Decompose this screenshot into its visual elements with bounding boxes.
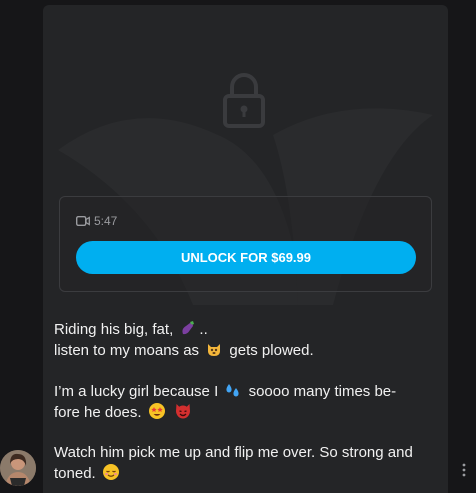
avatar[interactable] — [0, 450, 36, 486]
post-text-segment: .. — [199, 321, 208, 338]
unlock-button[interactable]: UNLOCK FOR $69.99 — [76, 241, 416, 274]
post-text-segment: soooo many times be- — [248, 383, 397, 400]
eggplant-emoji — [182, 321, 195, 335]
post-line: toned. — [54, 463, 439, 484]
cat-emoji — [208, 344, 221, 356]
star-struck-emoji — [148, 403, 165, 419]
video-duration-text: 5:47 — [94, 214, 118, 228]
avatar-image — [0, 450, 36, 486]
more-vertical-icon[interactable] — [459, 462, 469, 478]
post-line: I’m a lucky girl because I soooo many ti… — [54, 381, 439, 402]
post-text-segment: I’m a lucky girl because I — [54, 383, 219, 400]
post-line: listen to my moans as gets plowed. — [54, 340, 439, 361]
video-duration: 5:47 — [76, 214, 117, 228]
lock-icon — [223, 73, 265, 128]
relieved-face-emoji — [102, 464, 119, 480]
smiling-devil-emoji — [175, 404, 190, 419]
video-camera-icon — [76, 216, 90, 226]
post-text-segment: listen to my moans as — [54, 342, 200, 359]
post-line: Watch him pick me up and flip me over. S… — [54, 443, 439, 463]
post-text: Riding his big, fat, .. listen to my moa… — [54, 319, 439, 484]
post-line: Riding his big, fat, .. — [54, 319, 439, 340]
post-text-segment: fore he does. — [54, 404, 142, 421]
post-line: fore he does. — [54, 402, 439, 423]
locked-post-card: 5:47 UNLOCK FOR $69.99 Riding his big, f… — [43, 5, 448, 493]
locked-media-preview: 5:47 UNLOCK FOR $69.99 — [43, 5, 448, 305]
post-text-segment: Riding his big, fat, — [54, 321, 174, 338]
post-text-segment: Watch him pick me up and flip me over. S… — [54, 444, 413, 461]
post-text-segment: toned. — [54, 465, 96, 482]
unlock-panel: 5:47 UNLOCK FOR $69.99 — [59, 196, 432, 292]
sweat-droplets-emoji — [226, 384, 239, 397]
post-text-segment: gets plowed. — [229, 342, 314, 359]
